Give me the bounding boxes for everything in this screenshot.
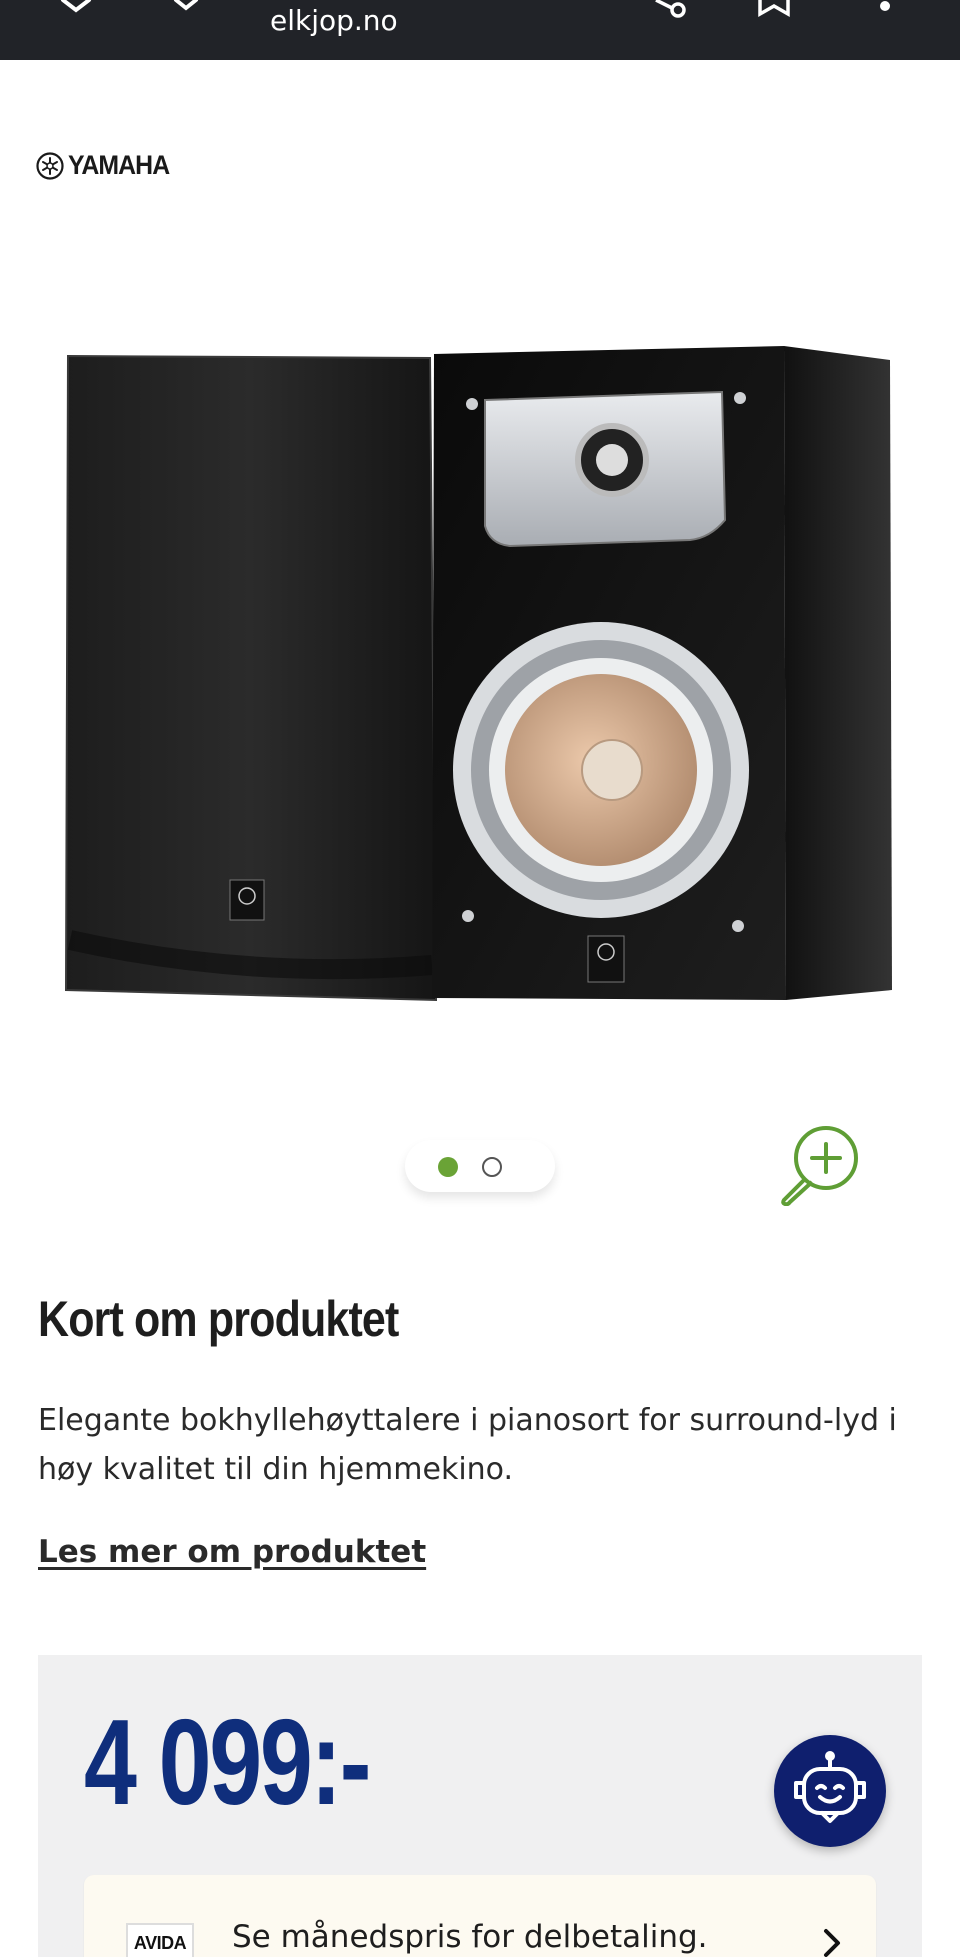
close-icon[interactable] [58,0,94,20]
address-bar-url[interactable]: elkjop.no [270,4,398,37]
share-icon[interactable] [652,0,688,22]
chatbot-button[interactable] [774,1735,886,1847]
carousel-dot-1[interactable] [438,1157,458,1177]
section-heading: Kort om produktet [38,1291,399,1347]
browser-toolbar: elkjop.no [0,0,960,60]
robot-icon [794,1751,866,1823]
yamaha-tuning-fork-icon [36,151,64,180]
brand-logo[interactable]: YAMAHA [36,150,178,181]
financing-text: Se månedspris for delbetaling. [232,1919,708,1955]
zoom-in-icon[interactable] [778,1122,862,1206]
product-image[interactable] [60,340,900,1020]
price-amount: 4 099:- [84,1694,371,1830]
price-panel: 4 099:- AVIDA Se månedspris for delbetal… [38,1655,922,1957]
product-description: Elegante bokhyllehøyttalere i pianosort … [38,1403,897,1487]
financing-row[interactable]: AVIDA Se månedspris for delbetaling. [84,1875,876,1957]
bookmark-icon[interactable] [756,0,792,20]
more-icon[interactable] [878,0,892,14]
brand-name: YAMAHA [68,150,170,180]
chevron-right-icon [824,1929,840,1957]
carousel-pagination [405,1140,555,1192]
read-more-link[interactable]: Les mer om produktet [38,1534,426,1570]
avida-logo: AVIDA [126,1923,194,1957]
carousel-dot-2[interactable] [482,1157,502,1177]
chevron-down-icon[interactable] [172,0,200,14]
